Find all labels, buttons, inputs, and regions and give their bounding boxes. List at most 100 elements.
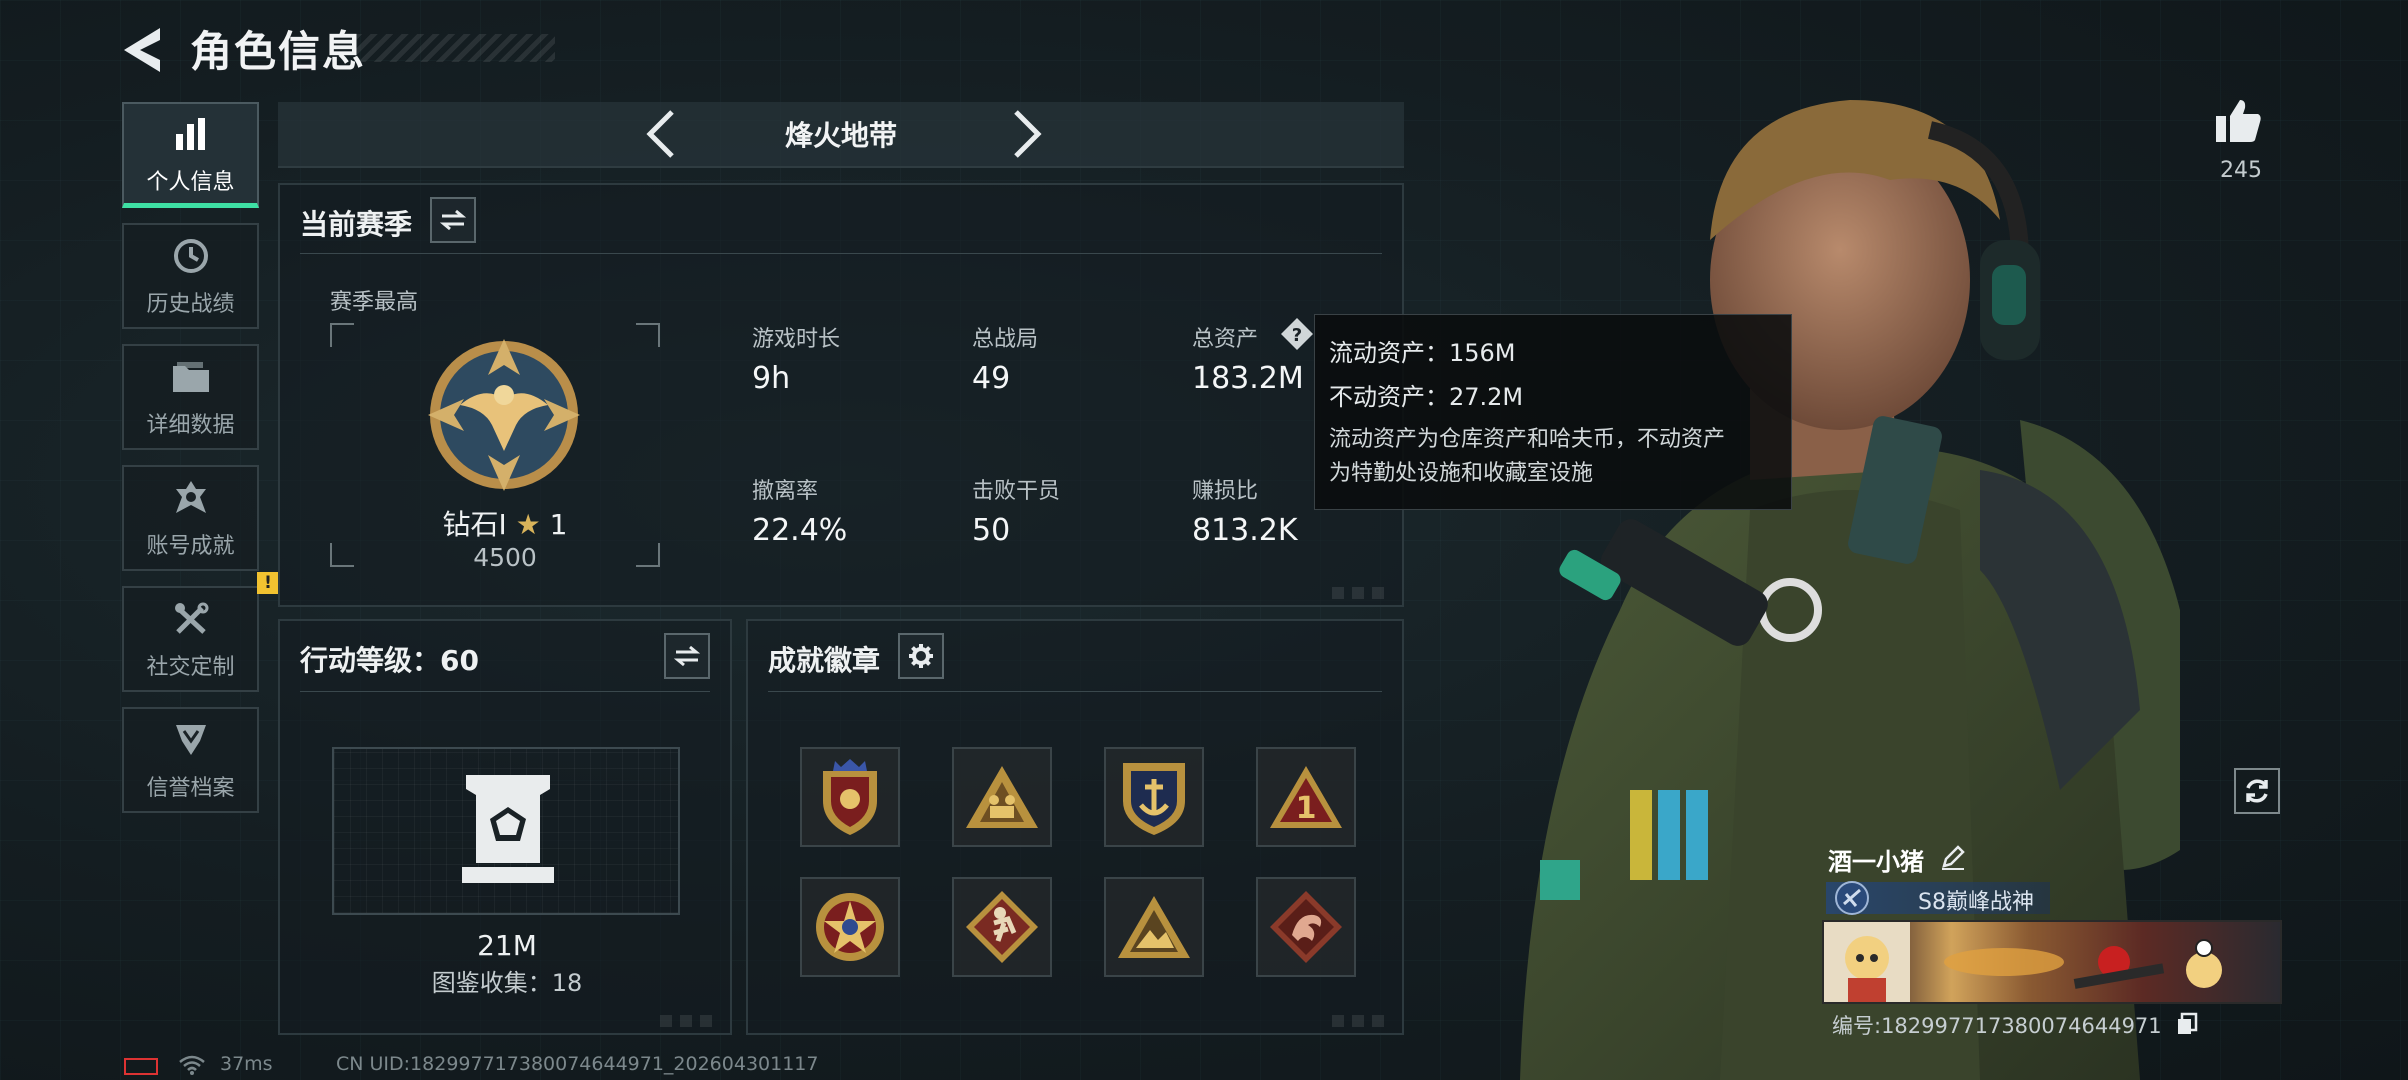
gear-icon	[909, 644, 933, 668]
rank-title: S8巅峰战神	[1918, 890, 2034, 915]
collection-display-case-icon	[462, 775, 554, 883]
season-switch-button[interactable]	[430, 197, 476, 243]
sidebar-item-detail-data[interactable]: 详细数据	[122, 344, 259, 450]
notification-badge: !	[257, 572, 279, 594]
battery-icon	[124, 1058, 158, 1075]
stat-value-matches: 49	[972, 361, 1011, 396]
badge-slot[interactable]	[1256, 877, 1356, 977]
stat-label-total-assets: 总资产	[1192, 327, 1259, 352]
rank-name: 钻石I	[442, 508, 507, 541]
sidebar-item-history[interactable]: 历史战绩	[122, 223, 259, 329]
sidebar-item-label: 社交定制	[146, 655, 235, 680]
crest-badge-icon	[823, 759, 877, 835]
season-best-label: 赛季最高	[330, 290, 419, 315]
corner-decoration	[1332, 1015, 1392, 1027]
stat-label-matches: 总战局	[972, 327, 1039, 352]
badges-title: 成就徽章	[768, 644, 881, 677]
stat-label-profit-ratio: 赚损比	[1192, 479, 1259, 504]
copy-icon[interactable]	[2176, 1012, 2198, 1036]
rank-stars: 1	[549, 508, 568, 541]
tools-icon	[169, 597, 213, 641]
stat-value-profit-ratio: 813.2K	[1192, 513, 1298, 548]
collection-count: 图鉴收集：18	[431, 969, 583, 997]
ping-readout: 37ms	[220, 1053, 273, 1075]
badge-slot[interactable]: 1	[1256, 747, 1356, 847]
edit-name-icon[interactable]	[1940, 844, 1966, 870]
season-title: 当前赛季	[300, 208, 413, 241]
achievement-icon	[169, 476, 213, 520]
swap-icon	[674, 645, 700, 667]
corner-decoration	[1332, 587, 1392, 599]
stat-value-kills: 50	[972, 513, 1011, 548]
badge-slot[interactable]	[952, 747, 1052, 847]
action-level-title: 行动等级：60	[300, 644, 479, 677]
diamond-rank-emblem-icon	[428, 339, 580, 491]
assets-tooltip: 流动资产：156M 不动资产：27.2M 流动资产为仓库资产和哈夫币，不动资产 …	[1314, 314, 1792, 510]
wifi-icon	[179, 1055, 205, 1075]
stat-value-total-assets: 183.2M	[1192, 361, 1304, 396]
season-panel: 当前赛季 赛季最高 钻石I ★ 1 4500 游戏时长 9h 总战局 49 总资…	[278, 183, 1404, 607]
svg-text:1: 1	[1296, 791, 1317, 826]
page-title: 角色信息	[190, 27, 367, 76]
mode-title: 烽火地带	[784, 119, 897, 152]
player-name-card[interactable]	[1822, 920, 2282, 1004]
dragon-badge-icon	[1270, 891, 1342, 963]
bar-chart-icon	[169, 112, 213, 156]
sidebar: 个人信息 历史战绩 详细数据 账号成就 ! 社交定制 信誉档案	[122, 102, 279, 828]
refresh-button[interactable]	[2234, 768, 2280, 814]
folder-icon	[169, 355, 213, 399]
name-card-artwork	[1824, 922, 2222, 1002]
stat-value-extraction-rate: 22.4%	[752, 513, 848, 548]
badges-panel: 成就徽章 1	[746, 619, 1404, 1035]
badge-slot[interactable]	[952, 877, 1052, 977]
rank-emblem-icon	[1835, 881, 1869, 915]
help-icon[interactable]: ?	[1280, 317, 1314, 351]
rank-star-icon: ★	[515, 508, 541, 541]
title-decoration	[355, 34, 555, 62]
uid-readout: CN UID:182997717380074644971_20260430111…	[336, 1053, 819, 1075]
runner-badge-icon	[966, 891, 1038, 963]
sidebar-item-personal-info[interactable]: 个人信息	[122, 102, 259, 208]
thumbs-up-icon[interactable]	[2214, 96, 2264, 146]
tooltip-description-2: 为特勤处设施和收藏室设施	[1329, 461, 1594, 486]
divider	[300, 691, 710, 692]
next-mode-button[interactable]	[1000, 108, 1050, 160]
stat-value-playtime: 9h	[752, 361, 791, 396]
rank-points: 4500	[473, 543, 537, 572]
badges-settings-button[interactable]	[898, 633, 944, 679]
badge-slot[interactable]	[1104, 877, 1204, 977]
sidebar-item-label: 详细数据	[146, 413, 235, 438]
like-count: 245	[2220, 158, 2262, 183]
mode-selector: 烽火地带	[278, 102, 1404, 168]
sidebar-item-label: 账号成就	[146, 534, 235, 559]
action-level-value: 21M	[477, 929, 537, 962]
sidebar-item-social[interactable]: ! 社交定制	[122, 572, 279, 692]
svg-text:?: ?	[1292, 325, 1302, 346]
sidebar-item-credit[interactable]: 信誉档案	[122, 707, 259, 813]
collection-frame[interactable]	[332, 747, 680, 915]
corner-decoration	[660, 1015, 720, 1027]
back-arrow-icon[interactable]	[118, 22, 168, 78]
frame-corner	[636, 323, 660, 347]
player-name: 酒一小猪	[1828, 848, 1924, 876]
tooltip-fixed-assets: 不动资产：27.2M	[1329, 383, 1524, 411]
badge-slot[interactable]	[1104, 747, 1204, 847]
divider	[300, 253, 1382, 254]
clock-icon	[169, 234, 213, 278]
tooltip-liquid-assets: 流动资产：156M	[1329, 339, 1516, 367]
frame-corner	[330, 323, 354, 347]
mountain-badge-icon	[1118, 896, 1190, 958]
action-level-switch-button[interactable]	[664, 633, 710, 679]
badge-slot[interactable]	[800, 877, 900, 977]
stat-label-kills: 击败干员	[972, 479, 1061, 504]
stat-label-playtime: 游戏时长	[752, 327, 841, 352]
sidebar-item-achievements[interactable]: 账号成就	[122, 465, 259, 571]
credit-shield-icon	[169, 718, 213, 762]
squad-badge-icon	[966, 766, 1038, 828]
badge-slot[interactable]	[800, 747, 900, 847]
player-id: 编号:1829977173800746449​71	[1832, 1014, 2162, 1038]
tooltip-description-1: 流动资产为仓库资产和哈夫币，不动资产	[1329, 427, 1726, 452]
number-one-badge-icon: 1	[1270, 766, 1342, 828]
divider	[768, 691, 1382, 692]
star-badge-icon	[816, 893, 884, 961]
